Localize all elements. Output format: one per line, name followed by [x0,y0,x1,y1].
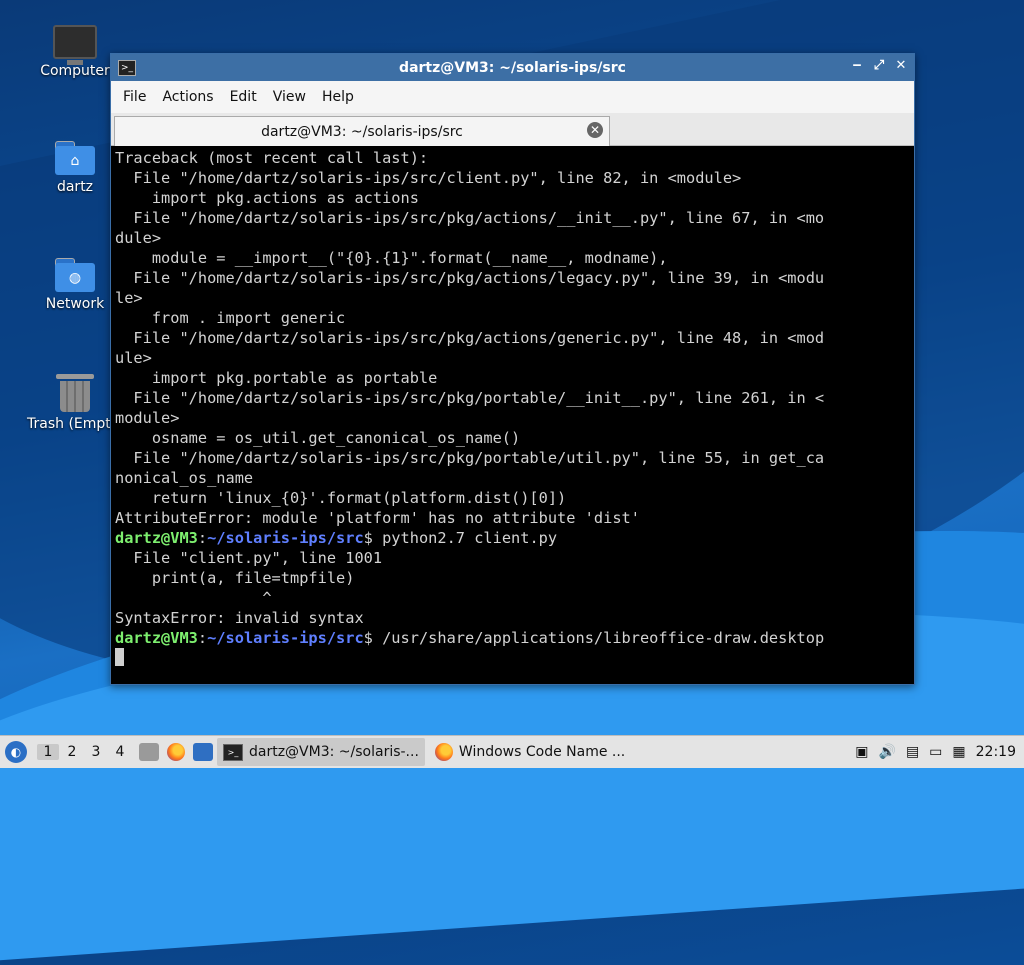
task-label: Windows Code Name ... [458,744,626,760]
terminal-prompt-line: dartz@VM3:~/solaris-ips/src$ python2.7 c… [115,528,912,548]
desktop-icon[interactable] [193,743,213,761]
menu-bar: File Actions Edit View Help [111,81,914,113]
clock[interactable]: 22:19 [976,744,1016,760]
terminal-line: File "/home/dartz/solaris-ips/src/pkg/ac… [115,209,825,227]
tab-close-icon[interactable]: ✕ [587,122,603,138]
clipboard-icon[interactable]: ▤ [906,744,919,760]
command-text: /usr/share/applications/libreoffice-draw… [372,629,825,647]
desktop-icon-computer[interactable]: Computer [27,25,123,79]
updates-icon[interactable]: ▦ [952,744,965,760]
network-icon[interactable]: ▭ [929,744,942,760]
terminal-line: nonical_os_name [115,469,254,487]
terminal-line: ule> [115,349,152,367]
menu-edit[interactable]: Edit [222,89,265,105]
workspace-2[interactable]: 2 [61,744,83,760]
tab-terminal[interactable]: dartz@VM3: ~/solaris-ips/src ✕ [114,116,610,146]
window-title: dartz@VM3: ~/solaris-ips/src [399,59,626,76]
terminal-line: AttributeError: module 'platform' has no… [115,509,640,527]
workspace-1[interactable]: 1 [37,744,59,760]
desktop-icon-label: Trash (Empty) [27,416,125,432]
terminal-line: ^ [115,589,272,607]
terminal-line: File "/home/dartz/solaris-ips/src/pkg/ac… [115,329,825,347]
tab-label: dartz@VM3: ~/solaris-ips/src [261,123,463,140]
firefox-icon[interactable] [167,743,185,761]
terminal-line: return 'linux_{0}'.format(platform.dist(… [115,489,567,507]
prompt-symbol: $ [363,629,373,647]
tab-bar: dartz@VM3: ~/solaris-ips/src ✕ [111,113,914,146]
prompt-user: dartz@VM3 [115,529,198,547]
desktop-icon-label: dartz [56,179,94,195]
terminal-line: File "/home/dartz/solaris-ips/src/pkg/po… [115,449,825,467]
firefox-icon [434,743,453,761]
task-firefox[interactable]: Windows Code Name ... [429,738,631,766]
terminal-icon: >_ [223,743,243,761]
desktop-icon-trash[interactable]: Trash (Empty) [27,374,125,432]
taskbar: ◐ 1 2 3 4 >_ dartz@VM3: ~/solaris-... Wi… [0,735,1024,768]
home-folder-icon: ⌂ [55,141,95,175]
workspace-3[interactable]: 3 [85,744,107,760]
command-text: python2.7 client.py [372,529,558,547]
terminal-prompt-line: dartz@VM3:~/solaris-ips/src$ /usr/share/… [115,628,912,648]
file-manager-icon[interactable] [139,743,159,761]
prompt-symbol: $ [363,529,373,547]
text-cursor [115,648,124,666]
prompt-path: ~/solaris-ips/src [207,629,364,647]
task-label: dartz@VM3: ~/solaris-... [249,744,419,760]
menu-view[interactable]: View [265,89,314,105]
terminal-line: File "/home/dartz/solaris-ips/src/client… [115,169,742,187]
close-button[interactable]: ✕ [894,58,908,73]
workspace-4[interactable]: 4 [109,744,131,760]
desktop-icon-home[interactable]: ⌂ dartz [27,141,123,195]
network-folder-icon: ◍ [55,258,95,292]
desktop-icon-label: Network [45,296,105,312]
screenshot-icon[interactable]: ▣ [855,744,868,760]
task-terminal[interactable]: >_ dartz@VM3: ~/solaris-... [217,738,425,766]
prompt-path: ~/solaris-ips/src [207,529,364,547]
prompt-separator: : [197,529,208,547]
volume-icon[interactable]: 🔊 [879,744,896,760]
system-tray: ▣ 🔊 ▤ ▭ ▦ 22:19 [855,744,1024,760]
terminal-line: File "/home/dartz/solaris-ips/src/pkg/ac… [115,269,825,287]
menu-file[interactable]: File [115,89,154,105]
terminal-line: from . import generic [115,309,346,327]
terminal-line: print(a, file=tmpfile) [115,569,355,587]
window-titlebar[interactable]: >_ dartz@VM3: ~/solaris-ips/src ‒ ⤢ ✕ [111,54,914,81]
terminal-line: Traceback (most recent call last): [115,149,429,167]
terminal-line: SyntaxError: invalid syntax [115,609,364,627]
desktop-icon-label: Computer [40,63,110,79]
terminal-line: le> [115,289,143,307]
menu-actions[interactable]: Actions [154,89,221,105]
terminal-line: module> [115,409,180,427]
terminal-line: File "/home/dartz/solaris-ips/src/pkg/po… [115,389,825,407]
terminal-line: File "client.py", line 1001 [115,549,383,567]
terminal-output[interactable]: Traceback (most recent call last): File … [114,146,912,682]
terminal-icon[interactable]: >_ [118,59,136,76]
terminal-line: osname = os_util.get_canonical_os_name() [115,429,521,447]
maximize-button[interactable]: ⤢ [872,58,886,73]
menu-help[interactable]: Help [314,89,362,105]
trash-icon [56,374,94,412]
minimize-button[interactable]: ‒ [850,58,864,73]
terminal-line: dule> [115,229,162,247]
prompt-separator: : [197,629,208,647]
terminal-window: >_ dartz@VM3: ~/solaris-ips/src ‒ ⤢ ✕ Fi… [110,53,915,685]
app-menu-icon[interactable]: ◐ [5,741,27,763]
desktop-icon-network[interactable]: ◍ Network [27,258,123,312]
terminal-input-line[interactable] [115,648,912,668]
terminal-line: module = __import__("{0}.{1}".format(__n… [115,249,668,267]
computer-icon [53,25,97,65]
terminal-line: import pkg.portable as portable [115,369,438,387]
terminal-line: import pkg.actions as actions [115,189,419,207]
prompt-user: dartz@VM3 [115,629,198,647]
